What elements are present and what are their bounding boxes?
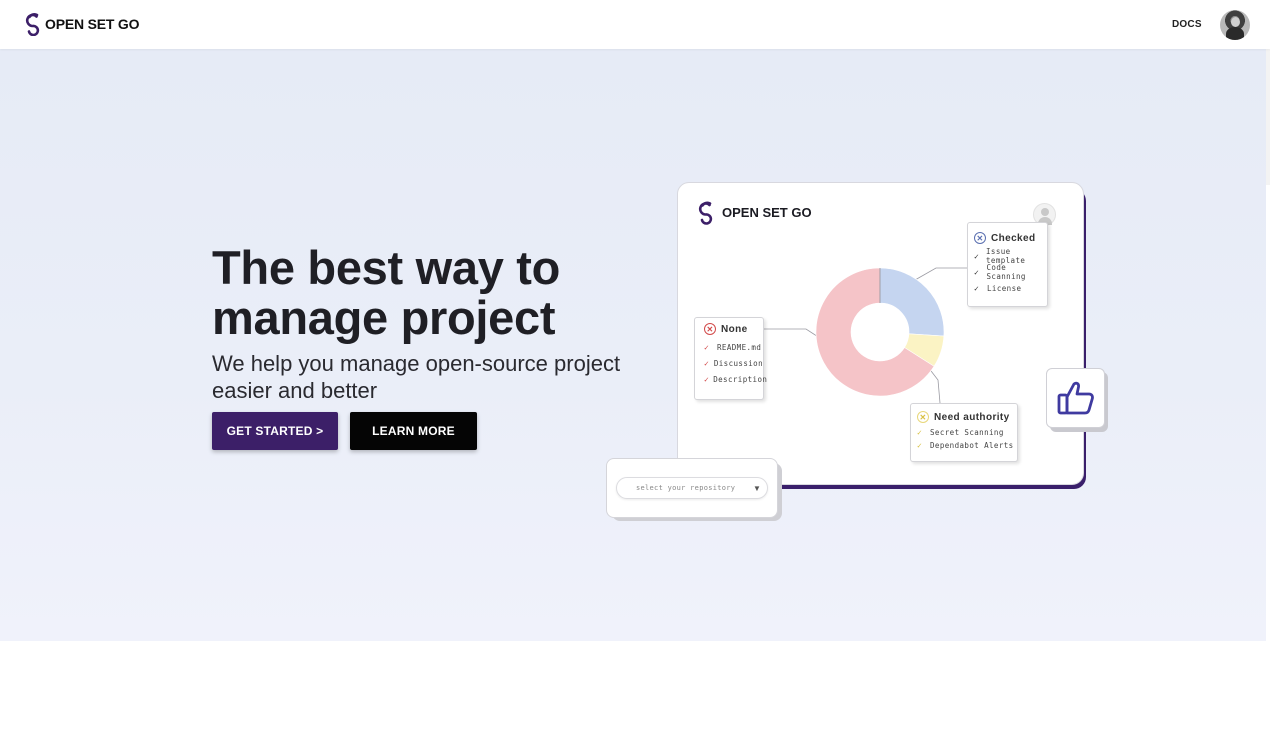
learn-more-button[interactable]: LEARN MORE (350, 412, 477, 450)
error-circle-icon: ✕ (704, 323, 716, 335)
site-header: OPEN SET GO DOCS (0, 0, 1270, 49)
none-tag: ✕ None ✓ README.md ✓ Discussion ✓ Descriptio… (694, 317, 768, 400)
thumbs-up-card (1046, 368, 1105, 428)
list-item: ✓ Secret Scanning (917, 428, 1004, 437)
brand-link[interactable]: OPEN SET GO (24, 12, 139, 36)
list-item: ✓ License (974, 283, 1022, 293)
need-authority-list: ✓ Secret Scanning ✓ Dependabot Alerts (917, 426, 1017, 452)
need-authority-tag: ✕ Need authority ✓ Secret Scanning ✓ Depend… (910, 403, 1018, 462)
check-icon: ✓ (917, 441, 923, 450)
list-item: ✓ Code Scanning (974, 263, 1026, 281)
hero-subtitle: We help you manage open-source project e… (212, 351, 621, 403)
card-brand-logo-icon (698, 201, 713, 225)
caret-down-icon: ▼ (753, 484, 761, 493)
checked-tag: ✕ Checked ✓ Issue template ✓ Code Scanning … (967, 222, 1048, 307)
checked-title: Checked (991, 232, 1036, 244)
check-icon: ✓ (974, 251, 980, 261)
card-brand-name: OPEN SET GO (722, 205, 812, 220)
lower-section (0, 641, 1270, 740)
hero-title: The best way to manage project (212, 241, 561, 344)
check-icon: ✓ (974, 283, 980, 293)
warning-circle-icon: ✕ (917, 411, 929, 423)
card-brand: OPEN SET GO (697, 200, 812, 225)
need-authority-title: Need authority (934, 411, 1010, 423)
list-item: ✓ Dependabot Alerts (917, 441, 1014, 450)
none-list: ✓ README.md ✓ Discussion ✓ Description (704, 339, 768, 387)
brand-name: OPEN SET GO (45, 16, 140, 32)
list-item: ✓ Description (704, 374, 768, 384)
none-title: None (721, 323, 748, 335)
brand-logo-icon (25, 12, 40, 36)
check-icon: ✓ (704, 374, 710, 384)
repository-status-donut (815, 267, 945, 397)
scrollbar-track[interactable] (1266, 49, 1270, 185)
check-icon: ✓ (974, 267, 980, 277)
donut-slice-checked (879, 267, 945, 337)
repository-select[interactable]: select your repository (616, 477, 768, 499)
list-item: ✓ README.md (704, 342, 762, 352)
checked-list: ✓ Issue template ✓ Code Scanning ✓ License (974, 247, 1047, 296)
check-icon: ✓ (917, 428, 923, 437)
get-started-button[interactable]: GET STARTED > (212, 412, 338, 450)
check-icon: ✓ (704, 342, 710, 352)
checked-circle-icon: ✕ (974, 232, 986, 244)
user-avatar[interactable] (1220, 10, 1250, 40)
list-item: ✓ Issue template (974, 247, 1026, 265)
list-item: ✓ Discussion (704, 358, 763, 368)
docs-link[interactable]: DOCS (1172, 19, 1202, 30)
thumbs-up-icon (1057, 381, 1094, 415)
check-icon: ✓ (704, 358, 710, 368)
